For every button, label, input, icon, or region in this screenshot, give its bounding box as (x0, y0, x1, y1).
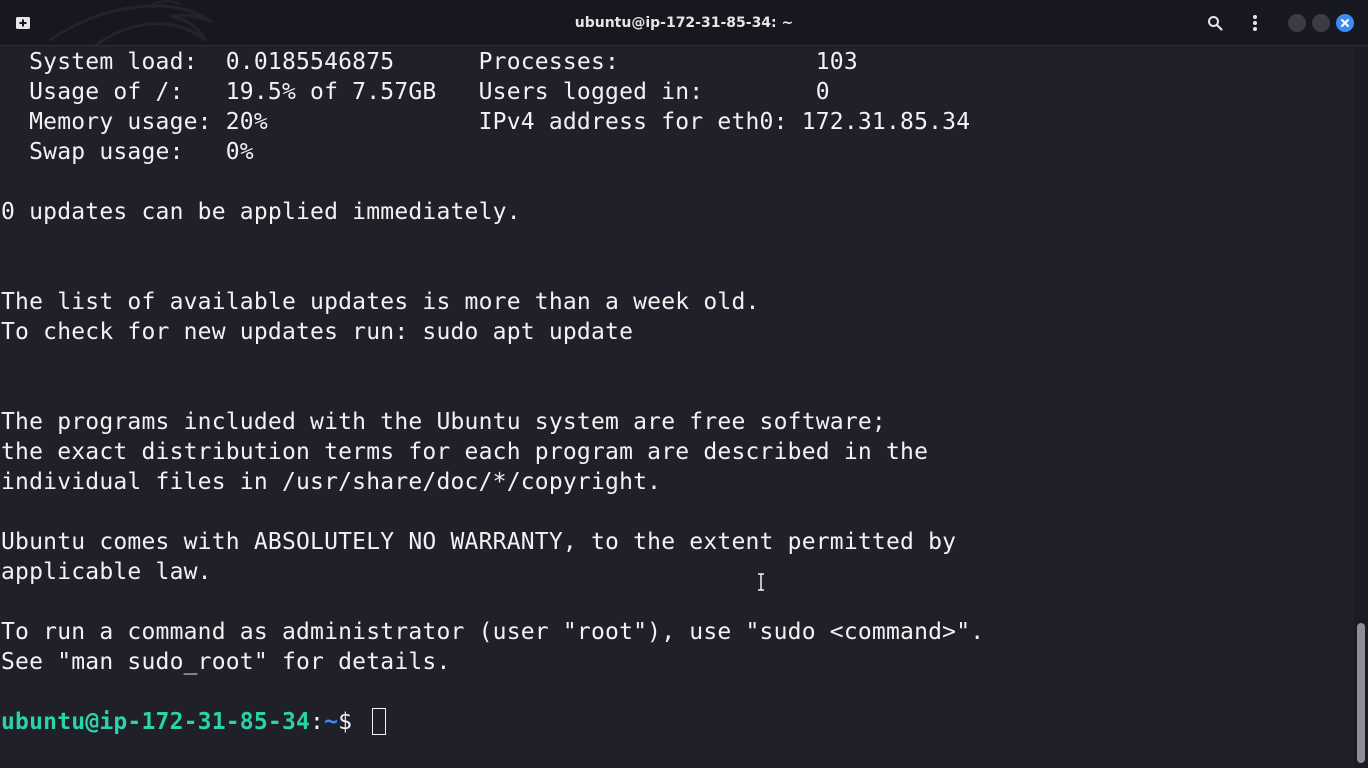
terminal-line: To check for new updates run: sudo apt u… (1, 319, 634, 345)
text-cursor (372, 708, 387, 735)
new-tab-button[interactable] (11, 11, 35, 35)
terminal-line: The list of available updates is more th… (1, 289, 760, 315)
ibeam-cursor-icon (758, 573, 764, 591)
scrollbar-thumb[interactable] (1357, 623, 1365, 763)
terminal-line: The programs included with the Ubuntu sy… (1, 409, 886, 435)
terminal-line: To run a command as administrator (user … (1, 619, 985, 645)
terminal-line: Usage of /: 19.5% of 7.57GB Users logged… (1, 79, 830, 105)
menu-button[interactable] (1243, 11, 1267, 35)
terminal-line: the exact distribution terms for each pr… (1, 439, 929, 465)
terminal-line: Memory usage: 20% IPv4 address for eth0:… (1, 109, 971, 135)
terminal-output[interactable]: System load: 0.0185546875 Processes: 103… (0, 47, 1354, 768)
search-button[interactable] (1203, 11, 1227, 35)
terminal-line: See "man sudo_root" for details. (1, 649, 451, 675)
terminal-line: 0 updates can be applied immediately. (1, 199, 521, 225)
terminal-line: System load: 0.0185546875 Processes: 103 (1, 49, 858, 75)
terminal-line: Swap usage: 0% (1, 139, 254, 165)
search-icon (1208, 16, 1223, 31)
terminal-line: applicable law. (1, 559, 212, 585)
kebab-menu-icon (1253, 15, 1257, 31)
title-bar[interactable]: ubuntu@ip-172-31-85-34: ~ (0, 0, 1368, 46)
scrollbar[interactable] (1354, 47, 1368, 768)
terminal-line: Ubuntu comes with ABSOLUTELY NO WARRANTY… (1, 529, 957, 555)
prompt-separator: : (310, 709, 325, 735)
prompt-symbol: $ (338, 709, 367, 735)
shell-prompt[interactable]: ubuntu@ip-172-31-85-34:~$ (1, 707, 387, 737)
new-tab-icon (16, 17, 30, 29)
terminal-window: ubuntu@ip-172-31-85-34: ~ System load: 0… (0, 0, 1368, 768)
maximize-button[interactable] (1312, 14, 1330, 32)
prompt-user-host: ubuntu@ip-172-31-85-34 (1, 709, 311, 735)
terminal-line: individual files in /usr/share/doc/*/cop… (1, 469, 662, 495)
prompt-path: ~ (324, 709, 339, 735)
minimize-button[interactable] (1288, 14, 1306, 32)
close-icon (1341, 19, 1349, 27)
kali-dragon-watermark (49, 0, 213, 46)
close-button[interactable] (1336, 14, 1354, 32)
